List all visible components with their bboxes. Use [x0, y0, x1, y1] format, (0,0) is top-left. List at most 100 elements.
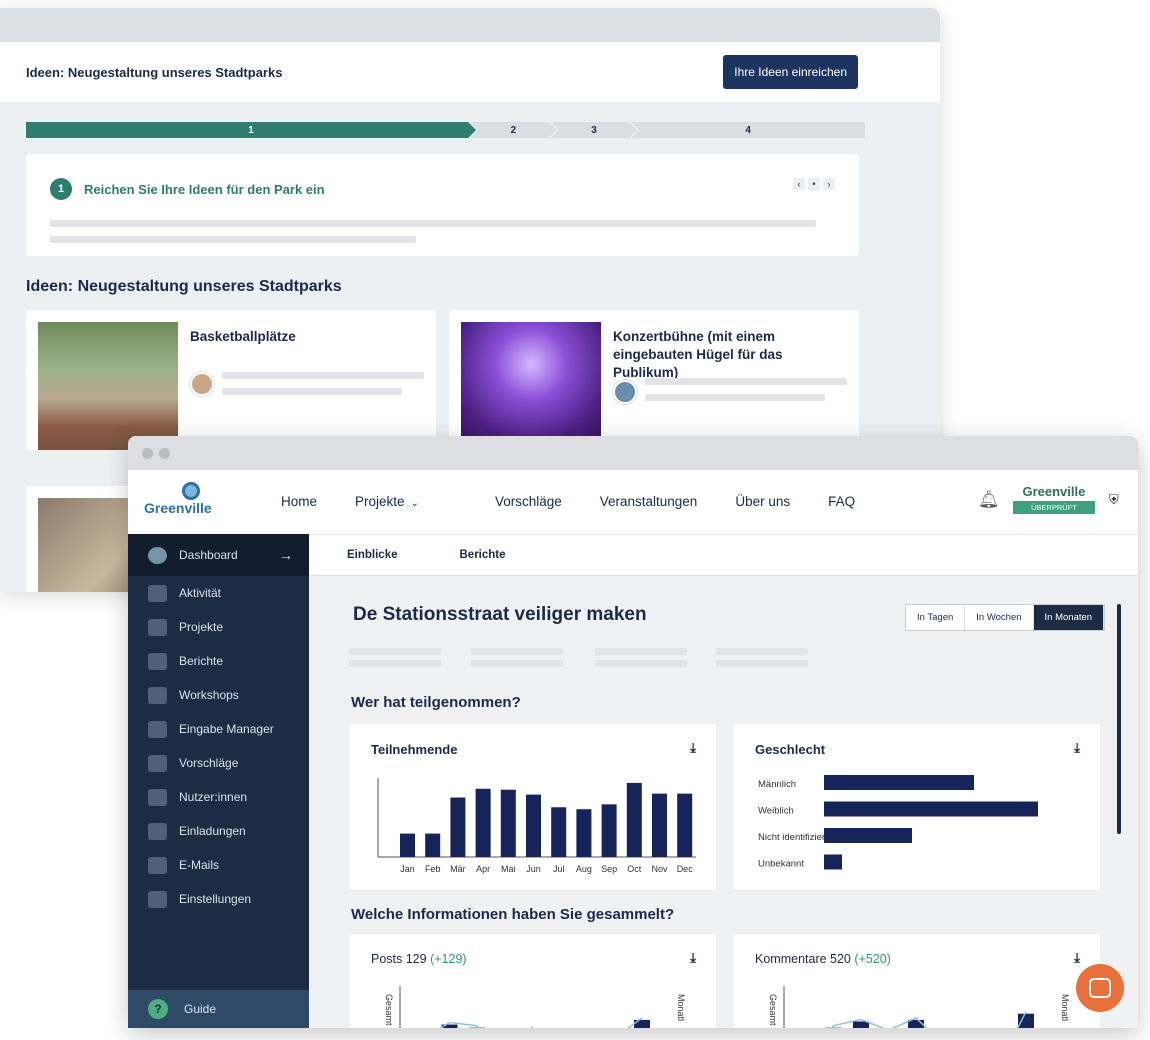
guide-button[interactable]: ? Guide	[128, 990, 309, 1028]
sidebar-item[interactable]: Projekte	[128, 610, 309, 644]
dashboard-window: Greenville Home Projekte ⌄ Vorschläge Ver…	[128, 436, 1138, 1028]
nav-home[interactable]: Home	[281, 494, 317, 509]
bar	[824, 828, 912, 843]
prev-button[interactable]: ‹	[793, 178, 805, 190]
step-2[interactable]: 2	[470, 122, 557, 138]
text-placeholder	[595, 660, 687, 667]
sidebar-item[interactable]: Vorschläge	[128, 746, 309, 780]
bar	[677, 793, 693, 857]
x-tick-label: Jun	[526, 864, 541, 874]
x-tick-label: Apr	[476, 864, 490, 874]
nav-faq[interactable]: FAQ	[828, 494, 855, 509]
sidebar-icon	[148, 856, 167, 874]
pager-dot[interactable]: •	[808, 178, 820, 190]
participants-chart: Jan Feb Mär Apr Mai Jun Jul Aug Sep Oct Nov Dec	[377, 778, 696, 874]
concert-image	[461, 322, 601, 450]
sidebar-icon	[148, 754, 167, 772]
x-tick-label: Dec	[677, 864, 694, 874]
bar	[500, 789, 516, 857]
sidebar: Dashboard → Aktivität Projekte Berichte Works…	[128, 534, 309, 1028]
text-placeholder	[222, 388, 402, 395]
x-tick-label: Feb	[425, 864, 441, 874]
x-tick-label: Sep	[601, 864, 617, 874]
next-button[interactable]: ›	[823, 178, 835, 190]
comments-chart: Gesamt Monatl	[768, 986, 1070, 1028]
sidebar-icon	[148, 652, 167, 670]
sidebar-item[interactable]: Nutzer:innen	[128, 780, 309, 814]
bell-icon[interactable]: 🔔︎	[978, 490, 1000, 510]
sidebar-item[interactable]: Einladungen	[128, 814, 309, 848]
x-tick-label: Jan	[400, 864, 415, 874]
window-titlebar	[128, 436, 1138, 470]
chat-button[interactable]	[1076, 964, 1124, 1012]
toggle-weeks[interactable]: In Wochen	[965, 605, 1034, 630]
step-4[interactable]: 4	[631, 122, 865, 138]
user-name: Greenville	[1022, 484, 1086, 499]
window-titlebar	[0, 8, 940, 42]
sidebar-item-label: Nutzer:innen	[179, 790, 248, 804]
sidebar-item-label: Berichte	[179, 654, 224, 668]
section-collected: Welche Informationen haben Sie gesammelt…	[351, 906, 675, 923]
y2-axis-label: Monatl	[1060, 994, 1070, 1021]
text-placeholder	[716, 648, 808, 655]
posts-chart: Gesamt Monatl	[384, 986, 686, 1028]
step-1[interactable]: 1	[26, 122, 476, 138]
sidebar-item-label: Projekte	[179, 620, 224, 634]
idea-card[interactable]: Basketballplätze	[26, 310, 436, 450]
help-icon: ?	[148, 999, 168, 1019]
text-placeholder	[645, 378, 847, 385]
text-placeholder	[349, 648, 441, 655]
nav-veranstaltungen[interactable]: Veranstaltungen	[600, 494, 698, 509]
scrollbar[interactable]	[1117, 604, 1121, 834]
sidebar-item[interactable]: E-Mails	[128, 848, 309, 882]
y2-axis-label: Monatl	[676, 994, 686, 1021]
gender-chart: Männlich Weiblich Nicht identifiziert Unbek…	[758, 775, 1038, 870]
toggle-months[interactable]: In Monaten	[1033, 605, 1105, 630]
idea-card[interactable]: Konzertbühne (mit einem eingebauten Hüge…	[449, 310, 859, 450]
logo[interactable]: Greenville	[144, 482, 212, 516]
shield-icon[interactable]: ⛨	[1109, 492, 1119, 508]
sidebar-item-label: Workshops	[179, 688, 239, 702]
gender-panel: Geschlecht ⤓ Männlich Weiblich Nicht ident…	[734, 724, 1100, 890]
x-tick-label: Nov	[651, 864, 668, 874]
text-placeholder	[50, 236, 416, 243]
y-axis-label: Gesamt	[768, 994, 778, 1026]
bar	[450, 797, 466, 857]
sidebar-item[interactable]: Berichte	[128, 644, 309, 678]
window-dot[interactable]	[142, 448, 153, 459]
y-axis-label: Gesamt	[384, 994, 394, 1026]
sidebar-item[interactable]: Dashboard →	[128, 534, 309, 576]
x-tick-label: Jul	[553, 864, 565, 874]
nav-vorschlaege[interactable]: Vorschläge	[495, 494, 562, 509]
sidebar-item[interactable]: Eingabe Manager	[128, 712, 309, 746]
x-tick-label: Aug	[576, 864, 592, 874]
header-title: Ideen: Neugestaltung unseres Stadtparks	[26, 64, 283, 80]
comments-panel: Kommentare 520 (+520) ⤓ Gesamt Monatl	[734, 934, 1100, 1028]
text-placeholder	[471, 648, 563, 655]
idea-title: Basketballplätze	[190, 329, 296, 344]
text-placeholder	[349, 660, 441, 667]
step-3[interactable]: 3	[551, 122, 638, 138]
tab-berichte[interactable]: Berichte	[460, 549, 506, 561]
y-tick-label: Männlich	[758, 779, 796, 790]
user-menu[interactable]: Greenville ÜBERPRÜFT	[1013, 484, 1095, 514]
arrow-right-icon: →	[279, 547, 293, 563]
chat-icon	[1089, 978, 1111, 998]
sidebar-item[interactable]: Workshops	[128, 678, 309, 712]
sidebar-item[interactable]: Einstellungen	[128, 882, 309, 916]
submit-ideas-button[interactable]: Ihre Ideen einreichen	[723, 55, 858, 89]
range-toggle: In Tagen In Wochen In Monaten	[905, 604, 1106, 631]
bar	[824, 854, 842, 870]
bar	[824, 775, 974, 790]
pager: ‹ • ›	[793, 178, 835, 190]
toggle-days[interactable]: In Tagen	[906, 605, 966, 630]
window-dot[interactable]	[159, 448, 170, 459]
sidebar-item[interactable]: Aktivität	[128, 576, 309, 610]
nav-projekte[interactable]: Projekte ⌄	[355, 494, 457, 509]
tab-einblicke[interactable]: Einblicke	[347, 549, 398, 561]
guide-label: Guide	[184, 1002, 217, 1016]
avatar	[613, 380, 637, 404]
section-participants: Wer hat teilgenommen?	[351, 694, 521, 711]
nav-ueber-uns[interactable]: Über uns	[735, 494, 790, 509]
top-nav: Greenville Home Projekte ⌄ Vorschläge Ver…	[128, 470, 1138, 534]
